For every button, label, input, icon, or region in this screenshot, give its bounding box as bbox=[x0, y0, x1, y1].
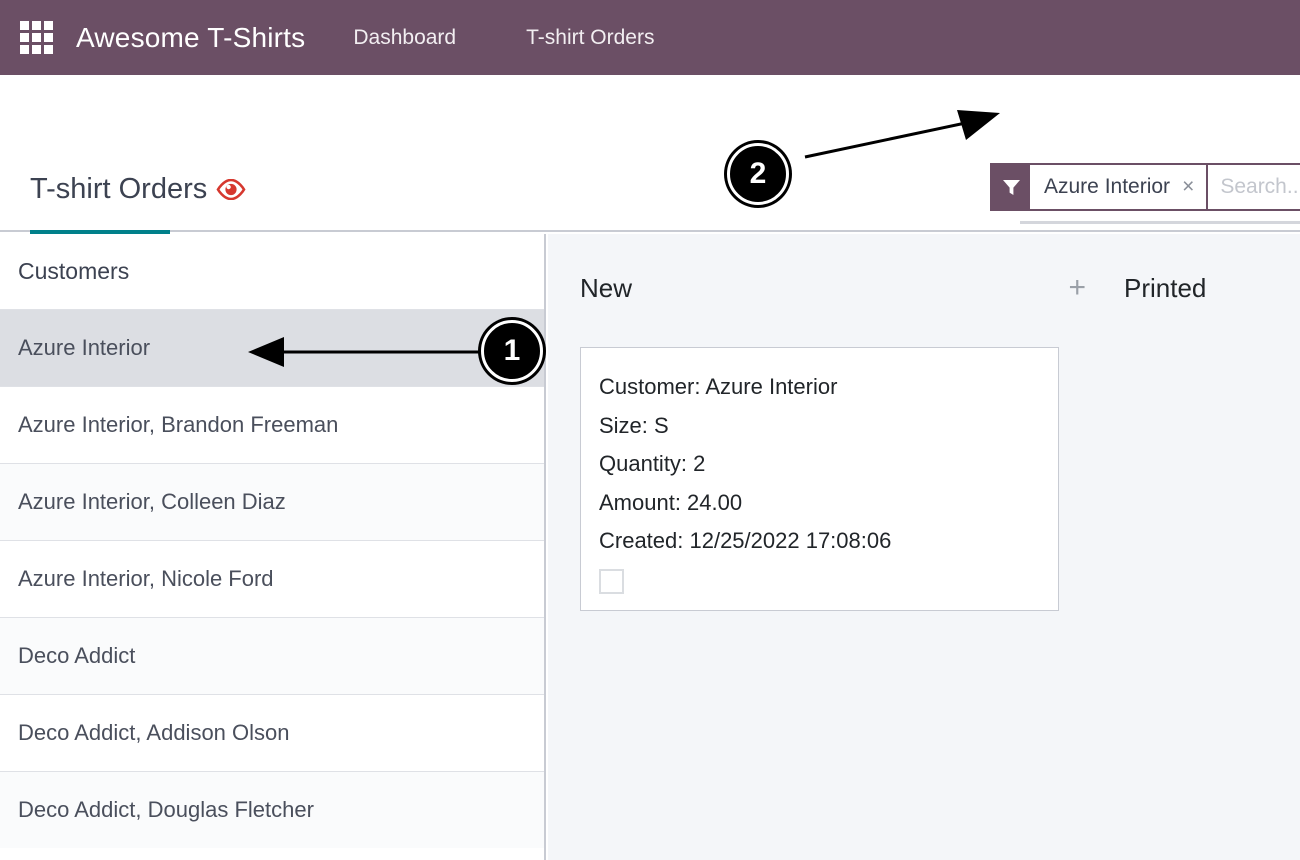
kanban-column-title: New bbox=[580, 272, 633, 303]
list-item-label: Deco Addict, Addison Olson bbox=[18, 720, 290, 745]
card-quantity: Quantity: 2 bbox=[599, 451, 706, 476]
customer-row-colleen-diaz[interactable]: Azure Interior, Colleen Diaz bbox=[0, 463, 544, 540]
card-checkbox[interactable] bbox=[599, 568, 624, 594]
kanban-column-new: New + Customer: Azure Interior Size: S Q… bbox=[580, 234, 1090, 611]
list-item-label: Azure Interior, Colleen Diaz bbox=[18, 489, 286, 514]
facet-label: Azure Interior bbox=[1044, 175, 1171, 198]
kanban-column-header: New + bbox=[580, 268, 1090, 308]
nav-link-tshirt-orders[interactable]: T-shirt Orders bbox=[526, 26, 654, 50]
customers-header: Customers bbox=[18, 258, 130, 284]
search-bar[interactable]: Azure Interior × bbox=[990, 163, 1300, 211]
control-bar: T-shirt Orders CREATE Azu bbox=[0, 75, 1300, 289]
annotation-marker-2: 2 bbox=[727, 143, 789, 205]
eye-icon[interactable] bbox=[216, 178, 246, 201]
kanban-pane: New + Customer: Azure Interior Size: S Q… bbox=[548, 234, 1300, 860]
kanban-column-header: Printed bbox=[1124, 268, 1300, 308]
facet-remove-icon[interactable]: × bbox=[1182, 165, 1206, 209]
customer-row-brandon-freeman[interactable]: Azure Interior, Brandon Freeman bbox=[0, 386, 544, 463]
list-item-label: Azure Interior, Nicole Ford bbox=[18, 566, 274, 591]
list-item-label: Deco Addict bbox=[18, 643, 136, 668]
annotation-marker-label: 2 bbox=[749, 157, 767, 190]
list-item-label: Azure Interior bbox=[18, 335, 151, 360]
apps-grid-icon[interactable] bbox=[20, 20, 54, 55]
card-customer: Customer: Azure Interior bbox=[599, 374, 838, 399]
brand-title: Awesome T-Shirts bbox=[76, 21, 306, 53]
nav-link-dashboard[interactable]: Dashboard bbox=[353, 26, 456, 50]
plus-icon[interactable]: + bbox=[1068, 273, 1090, 303]
search-input-wrapper[interactable] bbox=[1206, 165, 1300, 209]
filter-funnel-icon bbox=[992, 165, 1030, 209]
customer-row-addison-olson[interactable]: Deco Addict, Addison Olson bbox=[0, 694, 544, 771]
customer-row-deco-addict[interactable]: Deco Addict bbox=[0, 617, 544, 694]
top-navbar: Awesome T-Shirts Dashboard T-shirt Order… bbox=[0, 0, 1300, 75]
list-item-label: Deco Addict, Douglas Fletcher bbox=[18, 797, 314, 822]
search-underline bbox=[1020, 221, 1300, 224]
app-root: Awesome T-Shirts Dashboard T-shirt Order… bbox=[0, 0, 1300, 860]
card-size: Size: S bbox=[599, 412, 669, 438]
kanban-card[interactable]: Customer: Azure Interior Size: S Quantit… bbox=[580, 347, 1059, 611]
list-item-label: Azure Interior, Brandon Freeman bbox=[18, 412, 339, 437]
customer-row-azure-interior[interactable]: Azure Interior bbox=[0, 309, 544, 386]
search-area: Azure Interior × bbox=[980, 163, 1300, 211]
kanban-column-title: Printed bbox=[1124, 272, 1207, 303]
annotation-marker-1: 1 bbox=[481, 320, 543, 382]
card-amount: Amount: 24.00 bbox=[599, 489, 743, 515]
customer-row-douglas-fletcher[interactable]: Deco Addict, Douglas Fletcher bbox=[0, 771, 544, 848]
page-title-text: T-shirt Orders bbox=[30, 173, 208, 205]
kanban-column-printed: Printed bbox=[1124, 234, 1300, 308]
customer-row-nicole-ford[interactable]: Azure Interior, Nicole Ford bbox=[0, 540, 544, 617]
search-input[interactable] bbox=[1220, 175, 1300, 199]
annotation-marker-label: 1 bbox=[503, 334, 521, 367]
body-area: Customers Azure Interior Azure Interior,… bbox=[0, 234, 1300, 860]
customers-pane: Customers Azure Interior Azure Interior,… bbox=[0, 234, 546, 860]
card-created: Created: 12/25/2022 17:08:06 bbox=[599, 528, 892, 553]
page-title: T-shirt Orders bbox=[30, 173, 246, 206]
search-facet-azure-interior[interactable]: Azure Interior × bbox=[992, 165, 1206, 209]
